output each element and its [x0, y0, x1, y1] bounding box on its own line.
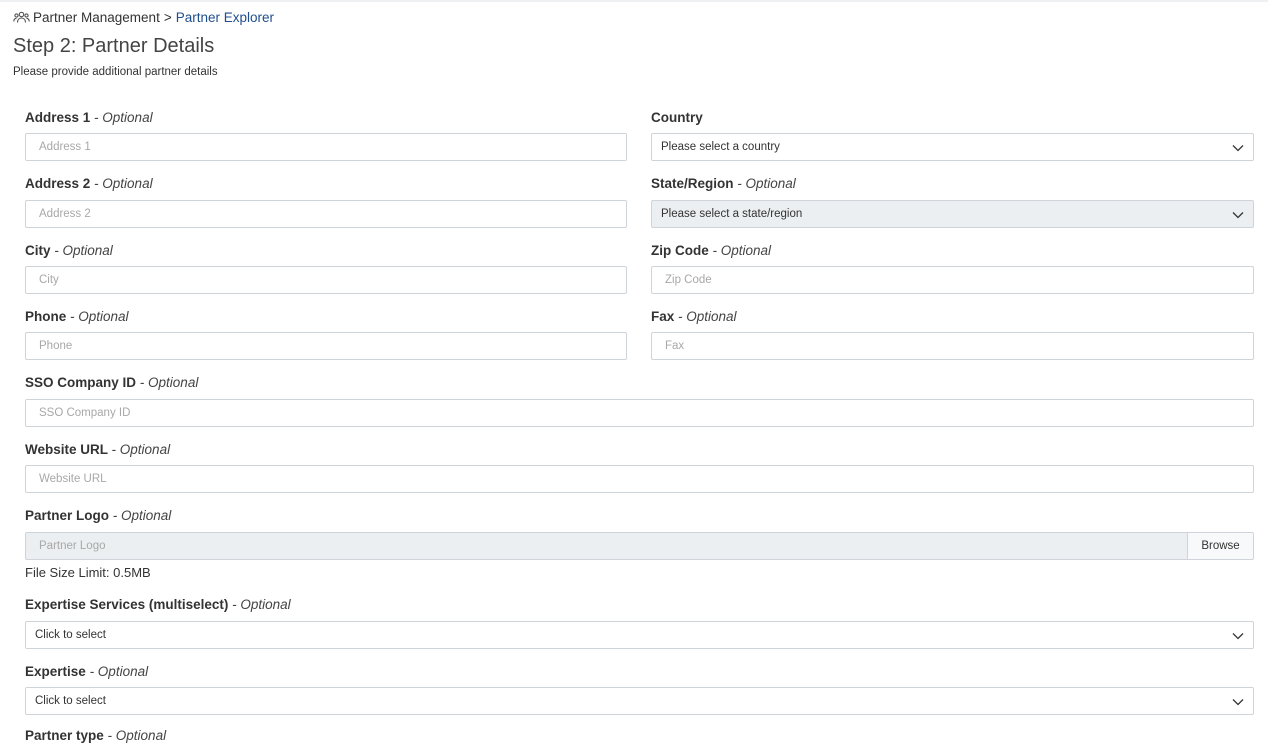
breadcrumb-parent[interactable]: Partner Management	[33, 10, 160, 25]
breadcrumb-separator: >	[163, 10, 172, 25]
website-input[interactable]	[25, 465, 1254, 493]
country-select-value: Please select a country	[661, 141, 780, 153]
country-select[interactable]: Please select a country	[651, 133, 1254, 161]
top-border	[0, 0, 1268, 2]
expertise-services-select[interactable]: Click to select	[25, 621, 1254, 649]
breadcrumb: Partner Management > Partner Explorer	[13, 10, 274, 25]
zip-label: Zip Code - Optional	[651, 243, 772, 258]
sso-input[interactable]	[25, 399, 1254, 427]
country-label: Country	[651, 110, 703, 125]
page-subtitle: Please provide additional partner detail…	[13, 66, 218, 78]
phone-input[interactable]	[25, 332, 627, 360]
website-label: Website URL - Optional	[25, 442, 171, 457]
file-size-limit-text: File Size Limit: 0.5MB	[25, 565, 151, 580]
state-select[interactable]: Please select a state/region	[651, 200, 1254, 228]
page-title: Step 2: Partner Details	[13, 35, 215, 57]
phone-label: Phone - Optional	[25, 309, 129, 324]
users-icon	[13, 11, 30, 24]
address1-label: Address 1 - Optional	[25, 110, 153, 125]
chevron-down-icon	[1232, 210, 1244, 219]
fax-input[interactable]	[651, 332, 1254, 360]
zip-input[interactable]	[651, 266, 1254, 294]
address1-input[interactable]	[25, 133, 627, 161]
expertise-select[interactable]: Click to select	[25, 687, 1254, 715]
breadcrumb-current[interactable]: Partner Explorer	[176, 10, 274, 25]
chevron-down-icon	[1232, 631, 1244, 640]
logo-file-input[interactable]	[25, 532, 1188, 560]
address2-label: Address 2 - Optional	[25, 176, 153, 191]
browse-button[interactable]: Browse	[1187, 532, 1254, 560]
state-label: State/Region - Optional	[651, 176, 796, 191]
chevron-down-icon	[1232, 697, 1244, 706]
sso-label: SSO Company ID - Optional	[25, 375, 199, 390]
city-input[interactable]	[25, 266, 627, 294]
chevron-down-icon	[1232, 143, 1244, 152]
expertise-value: Click to select	[35, 695, 106, 707]
expertise-services-value: Click to select	[35, 629, 106, 641]
expertise-label: Expertise - Optional	[25, 664, 149, 679]
address2-input[interactable]	[25, 200, 627, 228]
fax-label: Fax - Optional	[651, 309, 737, 324]
partner-type-label: Partner type - Optional	[25, 728, 167, 743]
logo-label: Partner Logo - Optional	[25, 508, 172, 523]
expertise-services-label: Expertise Services (multiselect) - Optio…	[25, 597, 291, 612]
city-label: City - Optional	[25, 243, 113, 258]
state-select-value: Please select a state/region	[661, 208, 803, 220]
